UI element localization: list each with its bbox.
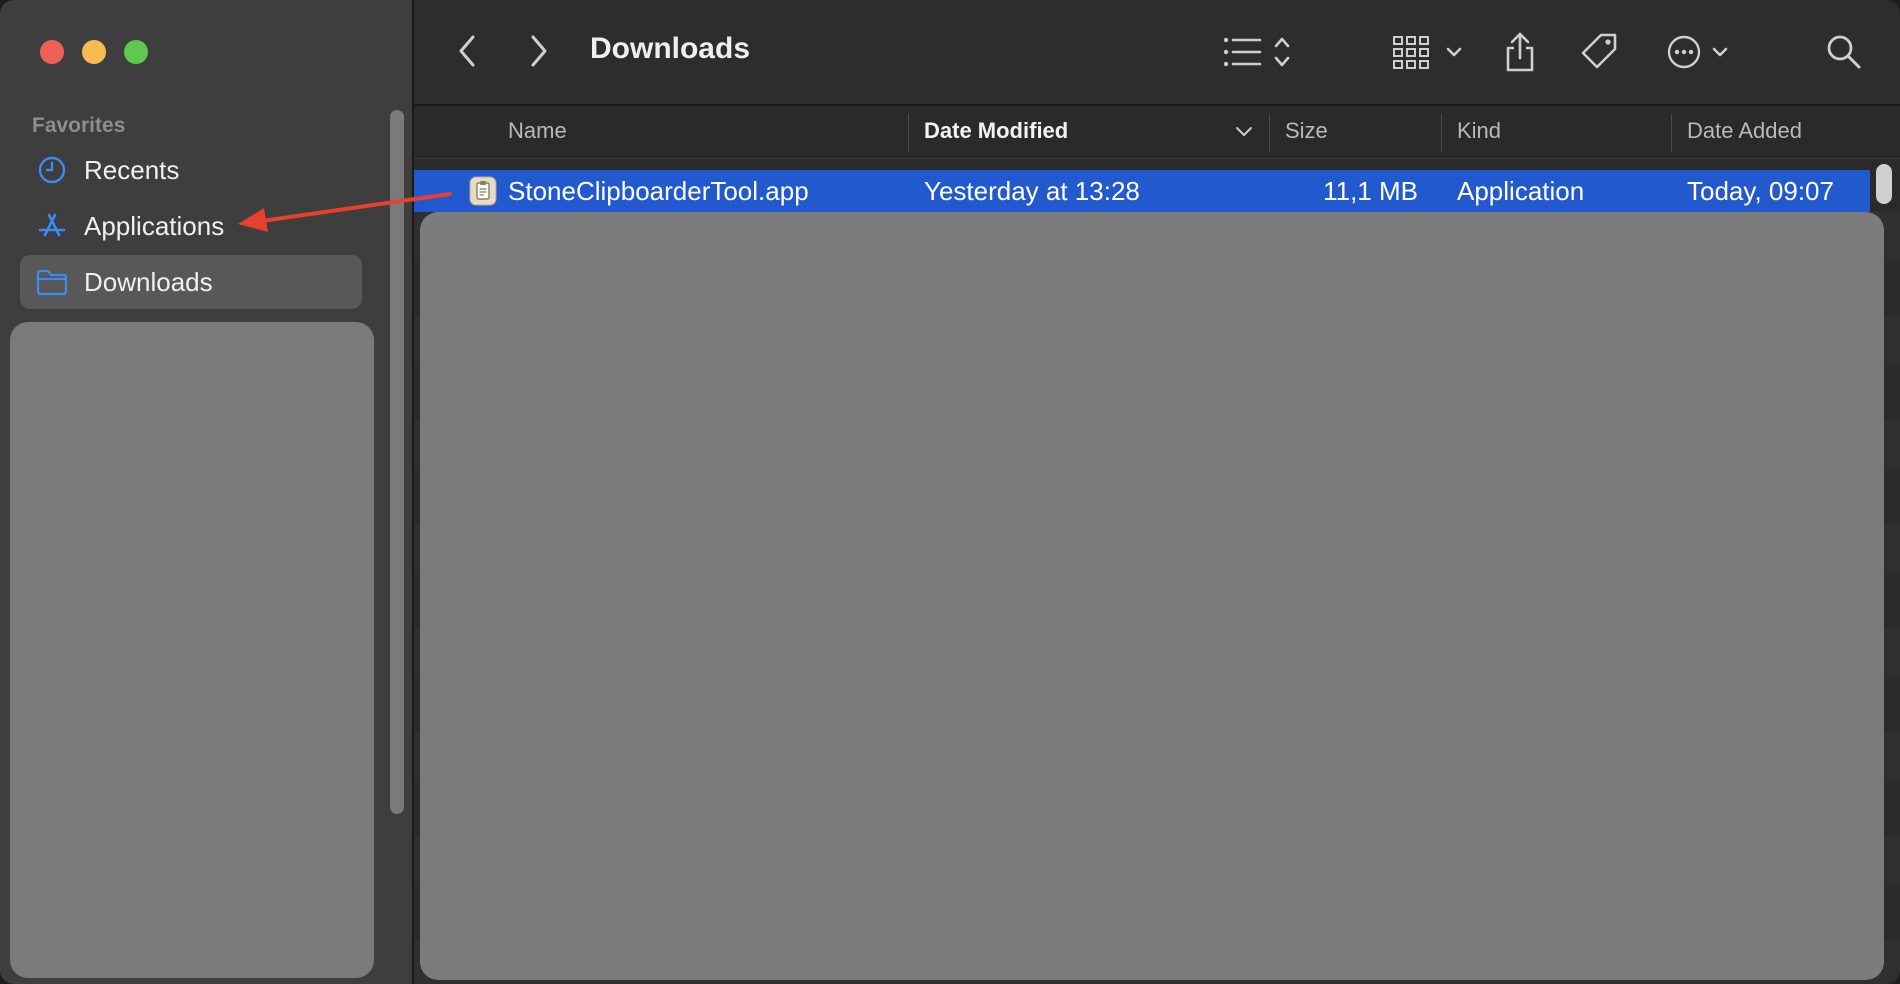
app-store-icon <box>36 210 68 242</box>
zoom-window-button[interactable] <box>124 40 148 64</box>
share-icon[interactable] <box>1500 28 1540 76</box>
clock-icon <box>36 154 68 186</box>
minimize-window-button[interactable] <box>82 40 106 64</box>
forward-icon[interactable] <box>524 30 554 72</box>
sidebar-item-downloads[interactable]: Downloads <box>20 255 362 309</box>
column-kind[interactable]: Kind <box>1457 118 1501 144</box>
column-date-added[interactable]: Date Added <box>1687 118 1802 144</box>
column-divider[interactable] <box>1671 114 1672 152</box>
sidebar-item-applications[interactable]: Applications <box>20 199 362 253</box>
sidebar: Favorites Recents Applications Downloads <box>0 0 414 984</box>
list-scrollbar[interactable] <box>1876 164 1892 204</box>
table-row[interactable]: StoneClipboarderTool.app Yesterday at 13… <box>414 170 1870 212</box>
finder-window: Favorites Recents Applications Downloads… <box>0 0 1900 984</box>
window-controls <box>40 40 148 64</box>
column-divider[interactable] <box>1269 114 1270 152</box>
column-header: Name Date Modified Size Kind Date Added <box>414 106 1900 159</box>
column-divider[interactable] <box>908 114 909 152</box>
window-title: Downloads <box>590 32 751 65</box>
sidebar-section-favorites: Favorites <box>32 114 126 137</box>
app-file-icon <box>468 176 498 206</box>
sidebar-scrollbar[interactable] <box>390 110 404 814</box>
file-size: 11,1 MB <box>1323 176 1418 206</box>
list-view-icon[interactable] <box>1222 32 1302 72</box>
tag-icon[interactable] <box>1578 30 1622 74</box>
column-date-modified[interactable]: Date Modified <box>924 118 1068 144</box>
toolbar: Downloads <box>414 0 1900 106</box>
file-date-added: Today, 09:07 <box>1687 176 1834 206</box>
column-divider[interactable] <box>1441 114 1442 152</box>
close-window-button[interactable] <box>40 40 64 64</box>
back-icon[interactable] <box>452 30 482 72</box>
more-icon[interactable] <box>1666 32 1738 72</box>
file-name: StoneClipboarderTool.app <box>508 176 809 206</box>
grid-view-icon[interactable] <box>1392 32 1472 72</box>
sort-descending-icon[interactable] <box>1234 124 1254 140</box>
search-icon[interactable] <box>1824 32 1864 72</box>
redacted-area <box>420 212 1884 980</box>
sidebar-item-recents[interactable]: Recents <box>20 143 362 197</box>
file-kind: Application <box>1457 176 1585 206</box>
sidebar-item-label: Applications <box>84 210 225 241</box>
file-date-modified: Yesterday at 13:28 <box>924 176 1140 206</box>
column-size[interactable]: Size <box>1285 118 1328 144</box>
redacted-area <box>10 322 374 978</box>
folder-icon <box>36 266 68 298</box>
column-name[interactable]: Name <box>508 118 567 144</box>
sidebar-item-label: Downloads <box>84 266 213 297</box>
sidebar-item-label: Recents <box>84 154 180 185</box>
